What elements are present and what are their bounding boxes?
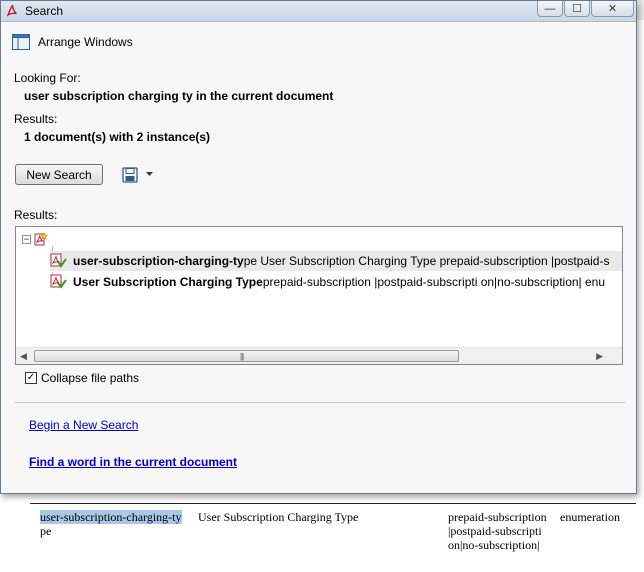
maximize-button[interactable]: ☐ bbox=[564, 1, 590, 17]
save-icon[interactable] bbox=[122, 167, 138, 183]
minimize-button[interactable]: — bbox=[537, 1, 563, 17]
collapse-file-paths-label: Collapse file paths bbox=[41, 371, 140, 385]
background-cell-name: user-subscription-charging-ty pe bbox=[40, 510, 182, 538]
new-search-button[interactable]: New Search bbox=[15, 164, 103, 185]
result-match-text: User Subscription Charging Type bbox=[73, 275, 263, 289]
minimize-icon: — bbox=[544, 2, 556, 15]
tree-collapse-icon[interactable]: − bbox=[22, 235, 31, 244]
background-cell-values-line1: prepaid-subscription bbox=[448, 510, 547, 524]
background-cell-name-line2: pe bbox=[40, 524, 52, 538]
grip-icon: ||| bbox=[240, 352, 244, 361]
close-button[interactable]: ✕ bbox=[591, 1, 634, 17]
scrollbar-thumb[interactable]: ||| bbox=[34, 350, 459, 362]
pdf-document-icon bbox=[34, 232, 48, 246]
background-cell-type: enumeration bbox=[560, 510, 620, 524]
scroll-right-icon[interactable]: ▶ bbox=[596, 351, 603, 362]
background-cell-values-line2: |postpaid-subscripti bbox=[448, 524, 542, 538]
close-icon: ✕ bbox=[607, 3, 618, 15]
arrange-windows-button[interactable]: Arrange Windows bbox=[12, 34, 133, 50]
collapse-file-paths-option[interactable]: ✓ Collapse file paths bbox=[25, 371, 139, 385]
pdf-hit-icon bbox=[50, 274, 67, 289]
maximize-icon: ☐ bbox=[572, 3, 582, 15]
window-title: Search bbox=[25, 4, 64, 18]
background-cell-name-line1: user-subscription-charging-ty bbox=[40, 510, 182, 524]
begin-new-search-link[interactable]: Begin a New Search bbox=[29, 418, 138, 432]
background-cell-values: prepaid-subscription |postpaid-subscript… bbox=[448, 510, 547, 552]
search-window: Search — ☐ ✕ Arrange Windows Looking For… bbox=[0, 0, 637, 494]
looking-for-label: Looking For: bbox=[14, 71, 81, 85]
scroll-left-icon[interactable]: ◀ bbox=[20, 351, 27, 362]
looking-for-value: user subscription charging ty in the cur… bbox=[24, 89, 334, 103]
result-item-2[interactable]: User Subscription Charging Type prepaid-… bbox=[50, 272, 622, 292]
result-item-1[interactable]: user-subscription-charging-ty pe User Su… bbox=[50, 251, 622, 271]
background-cell-title: User Subscription Charging Type bbox=[198, 510, 359, 524]
section-divider bbox=[15, 402, 625, 403]
results-summary-label: Results: bbox=[14, 112, 58, 126]
results-list-label: Results: bbox=[14, 208, 58, 222]
arrange-windows-label: Arrange Windows bbox=[38, 35, 133, 49]
results-tree[interactable]: − user-subscription-charging-ty pe User … bbox=[15, 226, 623, 365]
arrange-windows-icon bbox=[12, 34, 30, 50]
result-match-text: user-subscription-charging-ty bbox=[73, 254, 244, 268]
window-controls: — ☐ ✕ bbox=[536, 1, 634, 17]
background-cell-values-line3: on|no-subscription| bbox=[448, 538, 540, 552]
result-context-text: pe User Subscription Charging Type prepa… bbox=[243, 254, 610, 268]
pdf-app-icon bbox=[6, 4, 17, 17]
horizontal-scrollbar[interactable]: ◀ ||| ▶ bbox=[16, 347, 622, 364]
background-table-rule bbox=[30, 503, 636, 504]
find-word-link[interactable]: Find a word in the current document bbox=[29, 455, 237, 469]
collapse-file-paths-checkbox[interactable]: ✓ bbox=[25, 372, 37, 384]
results-summary-value: 1 document(s) with 2 instance(s) bbox=[24, 130, 211, 144]
chevron-down-icon[interactable] bbox=[145, 171, 154, 177]
result-context-text: prepaid-subscription |postpaid-subscript… bbox=[262, 275, 606, 289]
title-bar[interactable]: Search — ☐ ✕ bbox=[1, 1, 636, 22]
scrollbar-corner bbox=[605, 348, 622, 364]
pdf-hit-icon bbox=[50, 253, 67, 268]
